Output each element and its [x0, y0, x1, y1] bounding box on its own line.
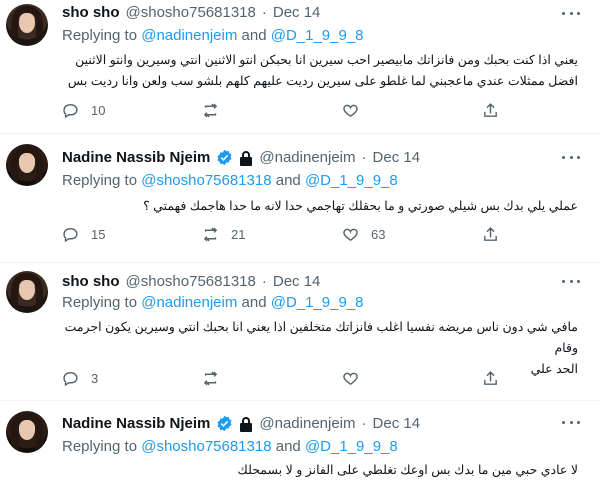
heart-icon — [343, 372, 358, 386]
avatar[interactable] — [6, 144, 48, 186]
replying-to: Replying to @shosho75681318 and @D_1_9_9… — [62, 438, 398, 455]
avatar[interactable] — [6, 271, 48, 313]
user-handle[interactable]: @shosho75681318 — [126, 273, 256, 290]
more-options-icon[interactable] — [562, 156, 580, 162]
tweet-text: لا عادي حبي مين ما بدك بس اوعك تغلطي على… — [237, 463, 578, 477]
like-button[interactable] — [342, 102, 482, 119]
avatar[interactable] — [6, 411, 48, 453]
retweet-count: 21 — [231, 227, 246, 242]
display-name[interactable]: Nadine Nassib Njeim — [62, 415, 210, 432]
avatar[interactable] — [6, 4, 48, 46]
separator-dot: · — [261, 4, 267, 21]
display-name[interactable]: sho sho — [62, 4, 120, 21]
more-options-icon[interactable] — [562, 280, 580, 286]
replying-to: Replying to @shosho75681318 and @D_1_9_9… — [62, 172, 398, 189]
tweet[interactable]: Nadine Nassib Njeim @nadinenjeim · Dec 1… — [0, 405, 600, 497]
tweet-date[interactable]: Dec 14 — [373, 149, 421, 166]
tweet-text: عملي يلي بدك بس شيلي صورتي و ما بحقلك ته… — [143, 199, 578, 213]
separator-dot: · — [261, 273, 267, 290]
reply-icon — [63, 372, 78, 387]
reply-count: 10 — [91, 103, 106, 118]
share-icon — [484, 227, 497, 241]
tweet-date[interactable]: Dec 14 — [273, 4, 321, 21]
divider — [0, 133, 600, 134]
verified-badge-icon — [217, 415, 232, 432]
reply-count: 15 — [91, 227, 106, 242]
retweet-button[interactable] — [202, 370, 342, 387]
reply-button[interactable]: 15 — [62, 226, 202, 243]
retweet-button[interactable] — [202, 102, 342, 119]
tweet-text: يعني اذا كنت بحبك ومن فانزاتك مابيصير اح… — [67, 53, 578, 88]
divider — [0, 262, 600, 263]
reply-icon — [63, 104, 78, 119]
mention-link[interactable]: @shosho75681318 — [141, 438, 271, 455]
user-handle[interactable]: @nadinenjeim — [259, 415, 355, 432]
separator-dot: · — [361, 149, 367, 166]
like-count: 63 — [371, 227, 386, 242]
divider — [0, 400, 600, 401]
retweet-button[interactable]: 21 — [202, 226, 342, 243]
mention-link[interactable]: @D_1_9_9_8 — [271, 294, 364, 311]
reply-count: 3 — [91, 371, 99, 386]
share-icon — [484, 371, 497, 385]
more-options-icon[interactable] — [562, 421, 580, 427]
retweet-icon — [203, 371, 218, 386]
share-button[interactable] — [482, 102, 499, 119]
mention-link[interactable]: @D_1_9_9_8 — [271, 27, 364, 44]
tweet-date[interactable]: Dec 14 — [273, 273, 321, 290]
reply-icon — [63, 228, 78, 243]
tweet[interactable]: sho sho @shosho75681318 · Dec 14 Replyin… — [0, 0, 600, 130]
tweet[interactable]: sho sho @shosho75681318 · Dec 14 Replyin… — [0, 267, 600, 397]
retweet-icon — [203, 227, 218, 242]
mention-link[interactable]: @nadinenjeim — [141, 294, 237, 311]
display-name[interactable]: sho sho — [62, 273, 120, 290]
mention-link[interactable]: @D_1_9_9_8 — [305, 438, 398, 455]
user-handle[interactable]: @nadinenjeim — [259, 149, 355, 166]
share-button[interactable] — [482, 226, 499, 243]
separator-dot: · — [361, 415, 367, 432]
replying-to: Replying to @nadinenjeim and @D_1_9_9_8 — [62, 27, 364, 44]
lock-icon — [240, 150, 253, 166]
retweet-icon — [203, 103, 218, 118]
tweet[interactable]: Nadine Nassib Njeim @nadinenjeim · Dec 1… — [0, 140, 600, 265]
mention-link[interactable]: @D_1_9_9_8 — [305, 172, 398, 189]
mention-link[interactable]: @shosho75681318 — [141, 172, 271, 189]
user-handle[interactable]: @shosho75681318 — [126, 4, 256, 21]
lock-icon — [240, 416, 253, 432]
share-icon — [484, 103, 497, 117]
like-button[interactable] — [342, 370, 482, 387]
verified-badge-icon — [217, 149, 232, 166]
replying-to: Replying to @nadinenjeim and @D_1_9_9_8 — [62, 294, 364, 311]
tweet-date[interactable]: Dec 14 — [373, 415, 421, 432]
more-options-icon[interactable] — [562, 12, 580, 18]
reply-button[interactable]: 3 — [62, 370, 202, 387]
reply-button[interactable]: 10 — [62, 102, 202, 119]
mention-link[interactable]: @nadinenjeim — [141, 27, 237, 44]
display-name[interactable]: Nadine Nassib Njeim — [62, 149, 210, 166]
share-button[interactable] — [482, 370, 499, 387]
like-button[interactable]: 63 — [342, 226, 482, 243]
heart-icon — [343, 228, 358, 242]
heart-icon — [343, 104, 358, 118]
